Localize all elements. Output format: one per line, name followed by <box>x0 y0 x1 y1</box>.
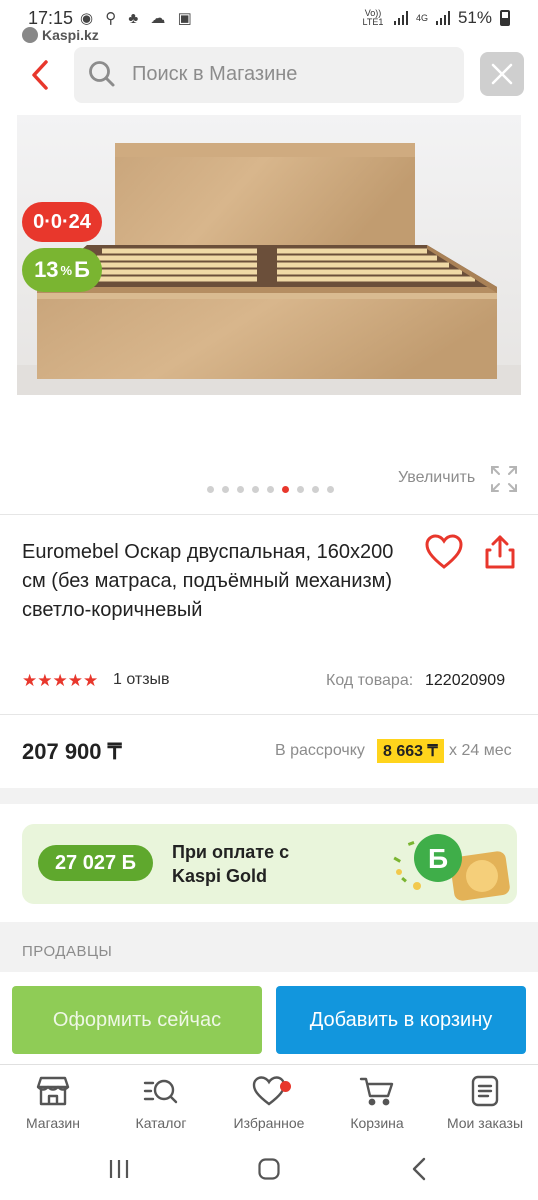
volte-indicator: Vo)) LTE1 <box>362 8 384 27</box>
nav-favorites[interactable]: Избранное <box>219 1075 319 1131</box>
cart-icon <box>359 1077 394 1106</box>
expand-icon[interactable] <box>490 465 518 493</box>
installment-amount: 8 663 ₸ <box>377 739 444 763</box>
bottom-navigation: Магазин Каталог Избранное Корзина Мои за… <box>0 1064 538 1140</box>
product-code-value: 122020909 <box>425 672 506 689</box>
gold-art-sign: Б <box>428 843 448 874</box>
recent-apps-icon[interactable] <box>108 1158 130 1180</box>
installment-term: х 24 мес <box>449 742 512 759</box>
pagination-dot[interactable] <box>327 486 334 493</box>
kaspi-logo-icon <box>22 27 38 43</box>
gold-text-line2: Kaspi Gold <box>172 866 268 886</box>
bonus-percent: 13 <box>34 257 59 282</box>
rating-stars: ★★★★★ <box>22 671 99 690</box>
app-label: Kaspi.kz <box>42 27 99 43</box>
favorite-heart-icon[interactable] <box>425 534 463 570</box>
sellers-heading: ПРОДАВЦЫ <box>22 943 113 960</box>
clock: 17:15 <box>28 8 74 28</box>
pagination-dot[interactable] <box>237 486 244 493</box>
gallery-pagination <box>207 486 334 493</box>
bonus-sign-icon: Б <box>74 257 90 282</box>
signal-icon-2 <box>435 11 450 25</box>
search-icon <box>89 61 115 87</box>
home-icon[interactable] <box>257 1157 281 1181</box>
battery-level: 51% <box>457 8 492 27</box>
pagination-dot[interactable] <box>282 486 289 493</box>
status-bar: 17:15 ◉ ⚲ ♣ ☁ ▣ Kaspi.kz Vo)) LTE1 4G 51… <box>0 0 538 48</box>
share-icon[interactable] <box>484 534 516 570</box>
heart-icon <box>252 1076 286 1106</box>
search-input[interactable]: Поиск в Магазине <box>74 47 464 103</box>
kaspi-gold-banner[interactable]: 27 027 Б При оплате с Kaspi Gold Б <box>22 824 517 904</box>
reviews-link[interactable]: 1 отзыв <box>113 671 170 689</box>
battery-icon <box>500 10 510 26</box>
nav-store[interactable]: Магазин <box>3 1075 103 1131</box>
gold-text-line1: При оплате с <box>172 842 290 862</box>
product-price: 207 900 ₸ <box>22 739 122 764</box>
notification-icons: ◉ ⚲ ♣ ☁ ▣ <box>80 10 196 27</box>
pagination-dot[interactable] <box>312 486 319 493</box>
gold-banner-text: При оплате с Kaspi Gold <box>172 840 289 888</box>
nav-catalog[interactable]: Каталог <box>111 1075 211 1131</box>
back-arrow-icon[interactable] <box>26 58 56 92</box>
nav-label: Избранное <box>233 1115 305 1131</box>
product-code-label: Код товара: <box>326 672 414 689</box>
installment-label: В рассрочку <box>275 742 365 759</box>
app-indicator: Kaspi.kz <box>22 27 99 43</box>
nav-label: Корзина <box>350 1115 404 1131</box>
kaspi-gold-card-icon: Б <box>393 834 510 901</box>
close-button[interactable] <box>480 52 524 96</box>
back-icon[interactable] <box>410 1157 430 1181</box>
installment-badge: 0·0·24 <box>22 202 102 242</box>
add-to-cart-button[interactable]: Добавить в корзину <box>276 986 526 1054</box>
pagination-dot[interactable] <box>252 486 259 493</box>
buy-now-button[interactable]: Оформить сейчас <box>12 986 262 1054</box>
catalog-icon <box>143 1079 178 1104</box>
pagination-dot[interactable] <box>207 486 214 493</box>
search-placeholder: Поиск в Магазине <box>132 63 298 85</box>
pagination-dot[interactable] <box>267 486 274 493</box>
nav-cart[interactable]: Корзина <box>327 1075 427 1131</box>
section-spacer <box>0 788 538 804</box>
divider <box>0 514 538 515</box>
network-type: 4G <box>415 12 428 23</box>
signal-icon <box>393 11 408 25</box>
product-title: Euromebel Оскар двуспальная, 160х200 см … <box>22 541 394 621</box>
pagination-dot[interactable] <box>297 486 304 493</box>
divider <box>0 714 538 715</box>
nav-orders[interactable]: Мои заказы <box>435 1075 535 1131</box>
gold-bonus-pill: 27 027 Б <box>38 845 153 881</box>
close-icon <box>491 63 513 85</box>
bonus-badge: 13% Б <box>22 248 102 292</box>
nav-label: Каталог <box>135 1115 187 1131</box>
zoom-label[interactable]: Увеличить <box>398 469 475 487</box>
nav-label: Мои заказы <box>446 1115 524 1131</box>
store-icon <box>36 1076 70 1106</box>
system-navigation-bar <box>0 1140 538 1200</box>
favorites-notification-dot <box>280 1081 291 1092</box>
nav-label: Магазин <box>25 1115 80 1131</box>
pagination-dot[interactable] <box>222 486 229 493</box>
orders-icon <box>471 1075 499 1107</box>
bonus-percent-sign: % <box>60 262 73 278</box>
system-indicators: Vo)) LTE1 4G 51% <box>360 8 510 28</box>
